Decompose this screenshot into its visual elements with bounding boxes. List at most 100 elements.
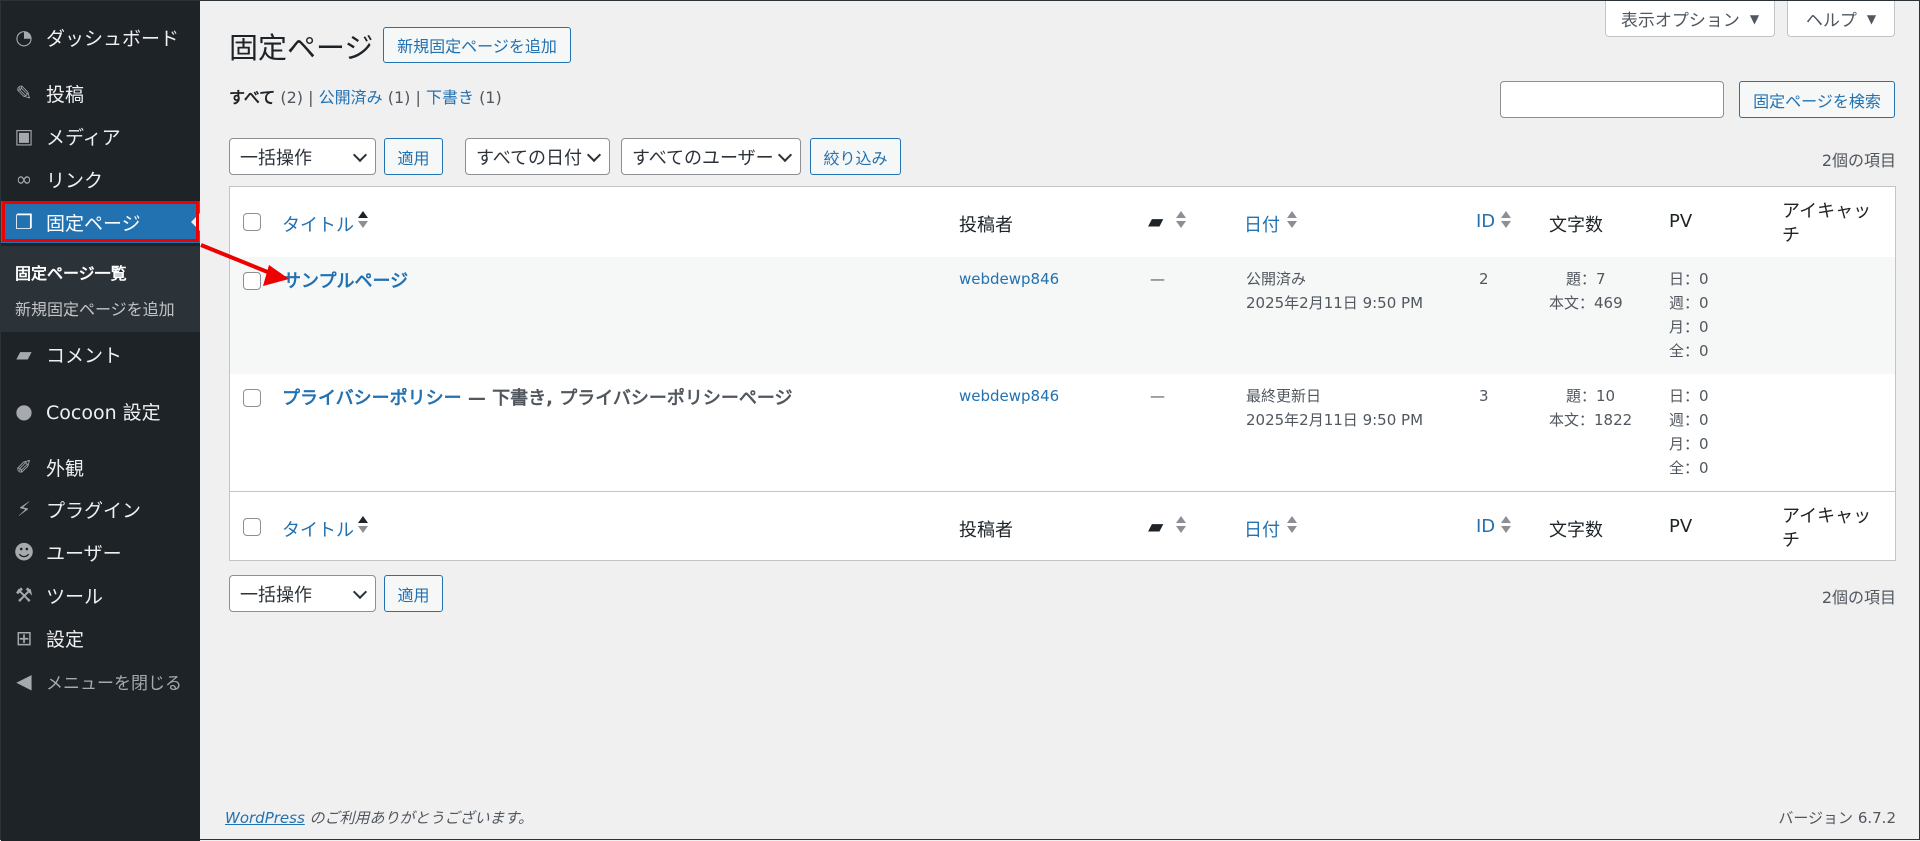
menu-posts[interactable]: ✎ 投稿 xyxy=(1,72,200,114)
help-label: ヘルプ xyxy=(1805,11,1857,31)
sort-id-icon[interactable] xyxy=(1501,516,1511,536)
menu-settings[interactable]: ⊞ 設定 xyxy=(1,617,200,659)
menu-label: ユーザー xyxy=(46,542,122,565)
row-pv-all: 全：0 xyxy=(1669,459,1709,477)
menu-pages[interactable]: ❐ 固定ページ xyxy=(1,201,200,243)
sort-date-icon[interactable] xyxy=(1287,211,1297,231)
menu-label: 設定 xyxy=(46,628,85,651)
link-icon: ∞ xyxy=(15,167,33,191)
row-pv-day: 日：0 xyxy=(1669,387,1709,405)
menu-label: リンク xyxy=(46,169,104,192)
column-pv: PV xyxy=(1669,516,1693,537)
row-checkbox[interactable] xyxy=(243,389,261,407)
user-icon: ☻ xyxy=(13,540,35,564)
filter-draft-count: (1) xyxy=(479,88,502,107)
menu-cocoon-settings[interactable]: ● Cocoon 設定 xyxy=(1,390,200,432)
current-arrow xyxy=(191,213,200,231)
table-footer: タイトル 投稿者 ▰ 日付 ID 文字数 PV アイキャッ チ xyxy=(230,491,1895,562)
search-pages-button[interactable]: 固定ページを検索 xyxy=(1739,81,1895,118)
select-all-checkbox[interactable] xyxy=(243,213,261,231)
column-title[interactable]: タイトル xyxy=(282,211,354,237)
column-author: 投稿者 xyxy=(959,520,1013,541)
sort-comments-icon[interactable] xyxy=(1176,211,1186,231)
annotation-arrow xyxy=(200,243,289,286)
screen-options-button[interactable]: 表示オプション ▼ xyxy=(1605,1,1775,37)
page-title: 固定ページ xyxy=(229,31,374,65)
apply-button-bottom[interactable]: 適用 xyxy=(384,575,443,612)
menu-label: 外観 xyxy=(46,457,85,480)
select-all-checkbox[interactable] xyxy=(243,518,261,536)
row-author[interactable]: webdewp846 xyxy=(959,267,1059,291)
filter-draft[interactable]: 下書き xyxy=(426,88,474,107)
menu-label: メニューを閉じる xyxy=(46,673,182,694)
annotation-arrow-head xyxy=(263,265,289,286)
filter-published[interactable]: 公開済み xyxy=(319,88,383,107)
footer-version: バージョン 6.7.2 xyxy=(1778,809,1896,827)
row-chars-title: 題：10 xyxy=(1566,387,1616,405)
menu-tools[interactable]: ⚒ ツール xyxy=(1,574,200,616)
column-thumbnail-line2: チ xyxy=(1782,225,1800,246)
column-title[interactable]: タイトル xyxy=(282,516,354,542)
column-id[interactable]: ID xyxy=(1476,516,1495,537)
menu-dashboard[interactable]: ◔ ダッシュボード xyxy=(1,16,200,58)
media-icon: ▣ xyxy=(14,124,34,148)
submenu-add-new-page[interactable]: 新規固定ページを追加 xyxy=(15,296,175,320)
admin-sidebar: ◔ ダッシュボード ✎ 投稿 ▣ メディア ∞ リンク ❐ 固定ページ 固定ペー… xyxy=(1,1,200,841)
row-date-status: 最終更新日 xyxy=(1246,387,1322,405)
row-pv-week: 週：0 xyxy=(1669,294,1709,312)
menu-links[interactable]: ∞ リンク xyxy=(1,158,200,200)
column-date[interactable]: 日付 xyxy=(1244,211,1280,237)
row-pv-all: 全：0 xyxy=(1669,342,1709,360)
brush-icon: ✐ xyxy=(15,455,33,479)
row-title-text[interactable]: プライバシーポリシー xyxy=(282,388,462,409)
bulk-action-select[interactable]: 一括操作 xyxy=(229,138,376,175)
menu-media[interactable]: ▣ メディア xyxy=(1,115,200,157)
sort-comments-icon[interactable] xyxy=(1176,516,1186,536)
row-comments: — xyxy=(1150,270,1165,288)
screen-options-label: 表示オプション xyxy=(1620,11,1740,31)
sort-title-icon[interactable] xyxy=(358,516,368,536)
column-id[interactable]: ID xyxy=(1476,211,1495,232)
menu-plugins[interactable]: ⚡ プラグイン xyxy=(1,488,200,530)
column-author: 投稿者 xyxy=(959,215,1013,236)
help-button[interactable]: ヘルプ ▼ xyxy=(1787,1,1895,37)
menu-collapse[interactable]: ◀ メニューを閉じる xyxy=(1,660,200,702)
bulk-action-select-bottom[interactable]: 一括操作 xyxy=(229,575,376,612)
column-thumbnail-line1: アイキャッ xyxy=(1782,201,1872,222)
column-date[interactable]: 日付 xyxy=(1244,516,1280,542)
wordpress-link[interactable]: WordPress xyxy=(225,809,305,827)
wrench-icon: ⚒ xyxy=(15,583,33,607)
row-author[interactable]: webdewp846 xyxy=(959,384,1059,408)
search-input[interactable] xyxy=(1500,81,1724,118)
sort-title-icon[interactable] xyxy=(358,211,368,231)
pages-icon: ❐ xyxy=(15,210,33,234)
menu-comments[interactable]: ▰ コメント xyxy=(1,333,200,375)
submenu-all-pages[interactable]: 固定ページ一覧 xyxy=(15,260,127,284)
pages-table: タイトル 投稿者 ▰ 日付 ID 文字数 PV アイキャッ チ サンプルページ … xyxy=(229,186,1896,561)
row-chars-body: 本文：469 xyxy=(1549,294,1623,312)
row-post-state: — 下書き, プライバシーポリシーページ xyxy=(461,388,793,409)
date-filter-select[interactable]: すべての日付 xyxy=(465,138,610,175)
chevron-down-icon xyxy=(352,584,368,599)
apply-button[interactable]: 適用 xyxy=(384,138,443,175)
add-new-page-button[interactable]: 新規固定ページを追加 xyxy=(383,27,571,63)
row-title-link[interactable]: サンプルページ xyxy=(283,267,408,293)
settings-icon: ⊞ xyxy=(15,626,33,650)
sort-date-icon[interactable] xyxy=(1287,516,1297,536)
menu-label: ツール xyxy=(46,585,104,608)
menu-appearance[interactable]: ✐ 外観 xyxy=(1,446,200,488)
row-title-link: プライバシーポリシー — 下書き, プライバシーポリシーページ xyxy=(282,384,793,410)
caret-down-icon: ▼ xyxy=(1866,11,1877,26)
sort-id-icon[interactable] xyxy=(1501,211,1511,231)
user-filter-select[interactable]: すべてのユーザー xyxy=(621,138,801,175)
table-header: タイトル 投稿者 ▰ 日付 ID 文字数 PV アイキャッ チ xyxy=(230,187,1895,258)
footer-thanks-text: のご利用ありがとうございます。 xyxy=(304,809,534,827)
comment-bubble-icon[interactable]: ▰ xyxy=(1148,209,1163,233)
row-comments: — xyxy=(1150,387,1165,405)
filter-published-count: (1) xyxy=(387,88,411,107)
filter-button[interactable]: 絞り込み xyxy=(810,138,901,175)
comment-bubble-icon[interactable]: ▰ xyxy=(1148,514,1163,538)
menu-users[interactable]: ☻ ユーザー xyxy=(1,531,200,573)
column-chars: 文字数 xyxy=(1549,215,1603,236)
filter-all[interactable]: すべて xyxy=(229,88,275,107)
